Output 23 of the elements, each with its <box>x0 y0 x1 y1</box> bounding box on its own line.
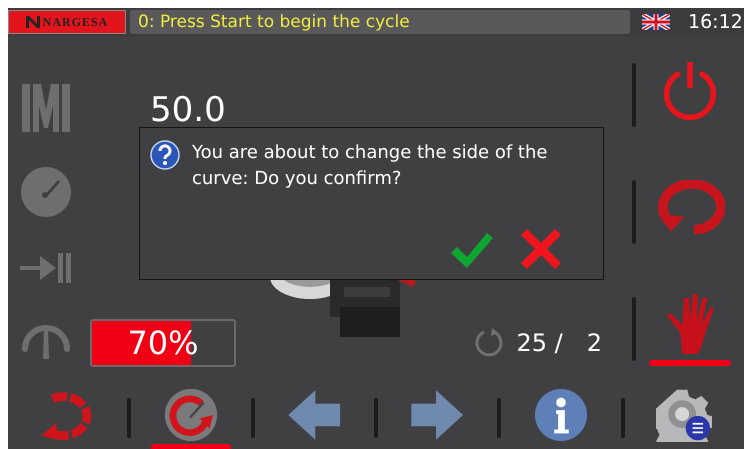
logo: NARGESA <box>8 10 126 34</box>
left-arrow-icon <box>286 388 342 442</box>
status-message-bar: 0: Press Start to begin the cycle <box>130 10 630 34</box>
toolbar-button[interactable] <box>534 388 588 442</box>
cancel-button[interactable] <box>521 229 561 269</box>
flag-icon[interactable] <box>642 14 670 30</box>
gauge-icon[interactable] <box>20 166 72 218</box>
counter-icon <box>474 328 504 358</box>
info-icon <box>534 388 588 442</box>
pieces-total: 2 <box>586 329 602 357</box>
pieces-done: 25 / <box>516 329 563 357</box>
clock-time: 16:12 <box>688 11 743 33</box>
right-arrow-icon <box>409 388 466 442</box>
mode-icon[interactable] <box>20 82 72 134</box>
dialog-message: You are about to change the side of the curve: Do you confirm? <box>192 141 548 191</box>
cycle-button[interactable] <box>655 180 725 234</box>
feed-icon[interactable] <box>20 250 72 285</box>
toolbar-button[interactable] <box>656 388 712 442</box>
bend-icon <box>164 388 218 442</box>
cycle-arrow-icon <box>655 180 725 234</box>
question-icon <box>150 140 180 170</box>
settings-icon <box>656 388 712 442</box>
position-value: 50.0 <box>150 90 226 130</box>
